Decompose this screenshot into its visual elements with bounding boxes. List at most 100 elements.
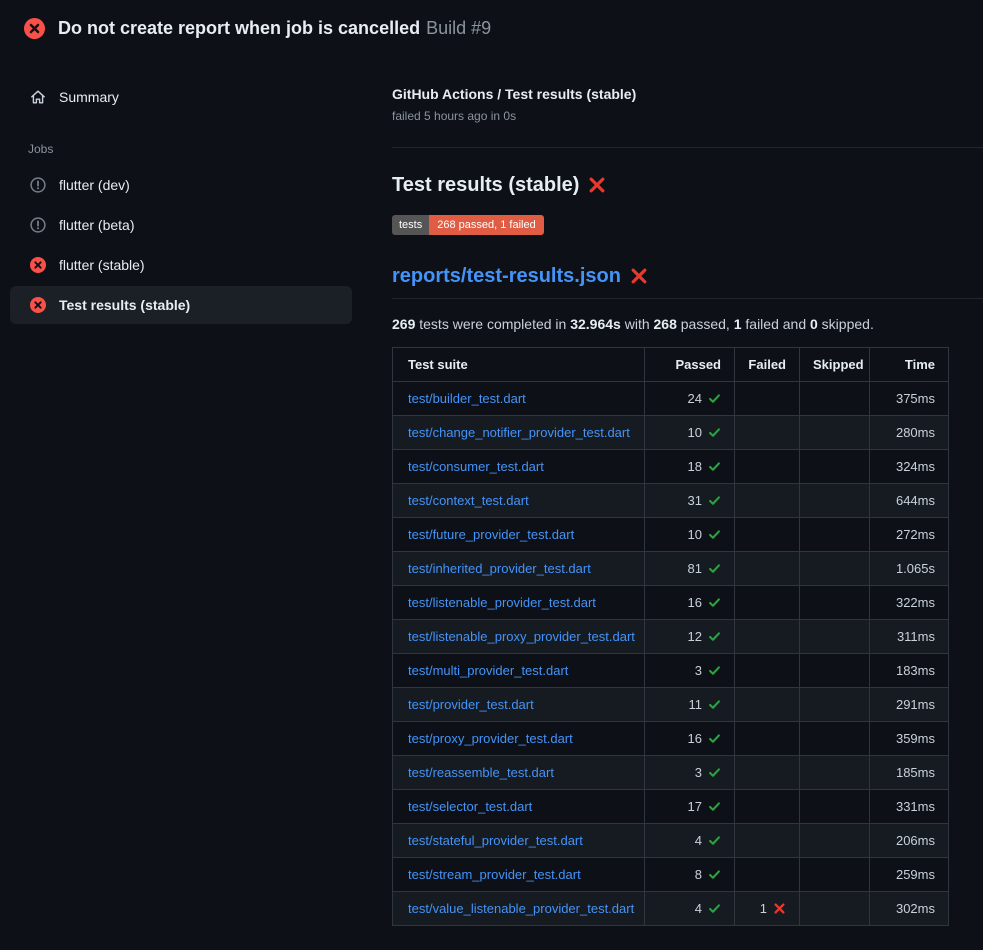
suite-cell: test/listenable_provider_test.dart (393, 585, 645, 619)
failed-cell-value: 1 (760, 901, 767, 916)
failed-cell: 1 (735, 891, 800, 925)
passed-cell-value: 31 (688, 493, 702, 508)
time-cell: 291ms (870, 687, 949, 721)
test-suite-link[interactable]: test/value_listenable_provider_test.dart (408, 901, 634, 916)
home-icon (30, 89, 46, 105)
check-icon (708, 596, 721, 609)
test-suite-link[interactable]: test/selector_test.dart (408, 799, 532, 814)
failed-cell (735, 483, 800, 517)
passed-cell: 4 (645, 891, 735, 925)
test-suite-link[interactable]: test/listenable_proxy_provider_test.dart (408, 629, 635, 644)
check-icon (708, 698, 721, 711)
check-icon (708, 834, 721, 847)
suite-cell: test/stream_provider_test.dart (393, 857, 645, 891)
failed-cell (735, 857, 800, 891)
table-row: test/context_test.dart 31 644ms (393, 483, 949, 517)
failed-circle-icon (30, 257, 46, 273)
time-cell: 280ms (870, 415, 949, 449)
report-file-link[interactable]: reports/test-results.json (392, 265, 621, 288)
column-header-skipped: Skipped (800, 347, 870, 381)
workflow-title: Do not create report when job is cancell… (58, 18, 420, 38)
time-cell-value: 185ms (896, 765, 935, 780)
summary-line: 269 tests were completed in 32.964s with… (392, 316, 983, 332)
suite-cell: test/proxy_provider_test.dart (393, 721, 645, 755)
skipped-cell (800, 789, 870, 823)
passed-cell: 81 (645, 551, 735, 585)
passed-cell: 12 (645, 619, 735, 653)
skipped-cell (800, 755, 870, 789)
main-content: GitHub Actions / Test results (stable) f… (392, 56, 983, 926)
sidebar-item-flutter-dev[interactable]: flutter (dev) (10, 166, 352, 204)
test-suite-link[interactable]: test/stream_provider_test.dart (408, 867, 581, 882)
time-cell: 324ms (870, 449, 949, 483)
page-header: Do not create report when job is cancell… (0, 0, 983, 56)
check-icon (708, 392, 721, 405)
test-suite-link[interactable]: test/builder_test.dart (408, 391, 526, 406)
test-suite-link[interactable]: test/context_test.dart (408, 493, 529, 508)
failed-cell (735, 381, 800, 415)
suite-cell: test/consumer_test.dart (393, 449, 645, 483)
skipped-cell (800, 551, 870, 585)
sidebar-item-summary[interactable]: Summary (10, 78, 352, 116)
suite-cell: test/reassemble_test.dart (393, 755, 645, 789)
jobs-section-label: Jobs (28, 142, 392, 156)
passed-cell: 3 (645, 755, 735, 789)
test-suite-link[interactable]: test/reassemble_test.dart (408, 765, 554, 780)
sidebar-item-test-results-stable[interactable]: Test results (stable) (10, 286, 352, 324)
passed-cell: 16 (645, 585, 735, 619)
test-suite-link[interactable]: test/multi_provider_test.dart (408, 663, 568, 678)
time-cell-value: 324ms (896, 459, 935, 474)
suite-cell: test/future_provider_test.dart (393, 517, 645, 551)
failed-cell (735, 789, 800, 823)
skipped-cell (800, 415, 870, 449)
check-icon (708, 528, 721, 541)
suite-cell: test/value_listenable_provider_test.dart (393, 891, 645, 925)
status-line: failed 5 hours ago in 0s (392, 109, 983, 123)
test-suite-link[interactable]: test/inherited_provider_test.dart (408, 561, 591, 576)
test-suite-link[interactable]: test/future_provider_test.dart (408, 527, 574, 542)
skipped-cell (800, 857, 870, 891)
check-icon (708, 868, 721, 881)
failed-cell (735, 449, 800, 483)
time-cell: 644ms (870, 483, 949, 517)
tests-status-badge: tests 268 passed, 1 failed (392, 215, 544, 235)
time-cell: 183ms (870, 653, 949, 687)
passed-cell: 10 (645, 415, 735, 449)
table-row: test/multi_provider_test.dart 3 183ms (393, 653, 949, 687)
skipped-cell (800, 585, 870, 619)
passed-cell-value: 10 (688, 425, 702, 440)
passed-cell-value: 4 (695, 833, 702, 848)
test-suite-link[interactable]: test/proxy_provider_test.dart (408, 731, 573, 746)
cross-mark-icon (630, 267, 648, 285)
test-suite-link[interactable]: test/stateful_provider_test.dart (408, 833, 583, 848)
test-suite-link[interactable]: test/change_notifier_provider_test.dart (408, 425, 630, 440)
sidebar-item-label: Summary (59, 89, 119, 105)
skipped-cell (800, 449, 870, 483)
sidebar-item-flutter-beta[interactable]: flutter (beta) (10, 206, 352, 244)
passed-cell: 17 (645, 789, 735, 823)
time-cell-value: 272ms (896, 527, 935, 542)
summary-segment: 268 (654, 316, 677, 332)
test-suite-link[interactable]: test/listenable_provider_test.dart (408, 595, 596, 610)
x-icon (773, 902, 786, 915)
time-cell: 331ms (870, 789, 949, 823)
time-cell: 311ms (870, 619, 949, 653)
suite-cell: test/change_notifier_provider_test.dart (393, 415, 645, 449)
check-icon (708, 494, 721, 507)
passed-cell: 3 (645, 653, 735, 687)
time-cell-value: 291ms (896, 697, 935, 712)
sidebar-item-flutter-stable[interactable]: flutter (stable) (10, 246, 352, 284)
summary-segment: 0 (810, 316, 818, 332)
test-suite-link[interactable]: test/provider_test.dart (408, 697, 534, 712)
passed-cell: 11 (645, 687, 735, 721)
failed-cell (735, 721, 800, 755)
suite-cell: test/builder_test.dart (393, 381, 645, 415)
time-cell-value: 322ms (896, 595, 935, 610)
passed-cell-value: 24 (688, 391, 702, 406)
failed-cell (735, 585, 800, 619)
table-row: test/stream_provider_test.dart8259ms (393, 857, 949, 891)
check-icon (708, 460, 721, 473)
check-icon (708, 562, 721, 575)
time-cell-value: 183ms (896, 663, 935, 678)
test-suite-link[interactable]: test/consumer_test.dart (408, 459, 544, 474)
